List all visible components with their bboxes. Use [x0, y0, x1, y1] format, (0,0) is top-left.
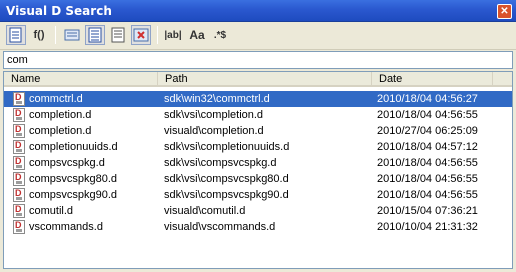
whole-word-icon[interactable]: |ab| — [163, 25, 183, 45]
file-name: completion.d — [29, 125, 92, 137]
list-item[interactable]: compsvcspkg90.d sdk\vsi\compsvcspkg90.d … — [4, 187, 512, 203]
file-date: 2010/18/04 04:56:27 — [377, 93, 478, 105]
list-item[interactable]: completionuuids.d sdk\vsi\completionuuid… — [4, 139, 512, 155]
file-date: 2010/15/04 07:36:21 — [377, 205, 478, 217]
file-name: commctrl.d — [29, 93, 83, 105]
regex-icon[interactable]: .*$ — [210, 25, 230, 45]
d-file-icon — [13, 204, 25, 218]
document-icon[interactable] — [6, 25, 26, 45]
d-file-icon — [13, 188, 25, 202]
d-file-icon — [13, 108, 25, 122]
view-details-icon[interactable] — [85, 25, 105, 45]
file-date: 2010/18/04 04:56:55 — [377, 157, 478, 169]
file-date: 2010/10/04 21:31:32 — [377, 221, 478, 233]
file-name: vscommands.d — [29, 221, 103, 233]
toolbar: f() |ab| Aa .*$ — [0, 22, 516, 50]
d-file-icon — [13, 156, 25, 170]
list-item[interactable]: completion.d sdk\vsi\completion.d 2010/1… — [4, 107, 512, 123]
column-header-name[interactable]: Name — [4, 72, 158, 87]
list-item[interactable]: commctrl.d sdk\win32\commctrl.d 2010/18/… — [4, 91, 512, 107]
list-item[interactable]: compsvcspkg.d sdk\vsi\compsvcspkg.d 2010… — [4, 155, 512, 171]
file-path: visuald\vscommands.d — [164, 221, 276, 233]
list-item[interactable]: comutil.d visuald\comutil.d 2010/15/04 0… — [4, 203, 512, 219]
d-file-icon — [13, 172, 25, 186]
file-name: comutil.d — [29, 205, 74, 217]
file-date: 2010/18/04 04:56:55 — [377, 109, 478, 121]
file-path: sdk\vsi\compsvcspkg.d — [164, 157, 277, 169]
file-path: sdk\vsi\completionuuids.d — [164, 141, 290, 153]
toolbar-separator — [55, 26, 56, 44]
file-date: 2010/18/04 04:56:55 — [377, 173, 478, 185]
view-columns-icon[interactable] — [108, 25, 128, 45]
list-header: Name Path Date — [4, 72, 512, 87]
file-name: compsvcspkg80.d — [29, 173, 118, 185]
toolbar-separator — [157, 26, 158, 44]
file-name: completion.d — [29, 109, 92, 121]
function-icon[interactable]: f() — [29, 25, 49, 45]
file-date: 2010/18/04 04:56:55 — [377, 189, 478, 201]
case-sensitive-icon[interactable]: Aa — [187, 25, 207, 45]
file-path: visuald\completion.d — [164, 125, 264, 137]
file-name: completionuuids.d — [29, 141, 118, 153]
d-file-icon — [13, 220, 25, 234]
file-path: sdk\vsi\compsvcspkg90.d — [164, 189, 289, 201]
close-search-icon[interactable] — [131, 25, 151, 45]
d-file-icon — [13, 124, 25, 138]
d-file-icon — [13, 140, 25, 154]
list-item[interactable]: vscommands.d visuald\vscommands.d 2010/1… — [4, 219, 512, 235]
d-file-icon — [13, 92, 25, 106]
list-item[interactable]: completion.d visuald\completion.d 2010/2… — [4, 123, 512, 139]
file-name: compsvcspkg.d — [29, 157, 105, 169]
view-list-icon[interactable] — [62, 25, 82, 45]
file-date: 2010/18/04 04:57:12 — [377, 141, 478, 153]
file-path: sdk\vsi\compsvcspkg80.d — [164, 173, 289, 185]
file-date: 2010/27/04 06:25:09 — [377, 125, 478, 137]
window-title: Visual D Search — [6, 4, 112, 18]
title-bar: Visual D Search ✕ — [0, 0, 516, 22]
close-button[interactable]: ✕ — [497, 4, 512, 19]
results-list[interactable]: Name Path Date commctrl.d sdk\win32\comm… — [3, 71, 513, 269]
file-path: sdk\vsi\completion.d — [164, 109, 264, 121]
list-item[interactable]: compsvcspkg80.d sdk\vsi\compsvcspkg80.d … — [4, 171, 512, 187]
search-input[interactable]: com — [3, 51, 513, 69]
column-header-date[interactable]: Date — [372, 72, 493, 87]
file-path: sdk\win32\commctrl.d — [164, 93, 270, 105]
file-path: visuald\comutil.d — [164, 205, 246, 217]
column-header-path[interactable]: Path — [158, 72, 372, 87]
file-name: compsvcspkg90.d — [29, 189, 118, 201]
